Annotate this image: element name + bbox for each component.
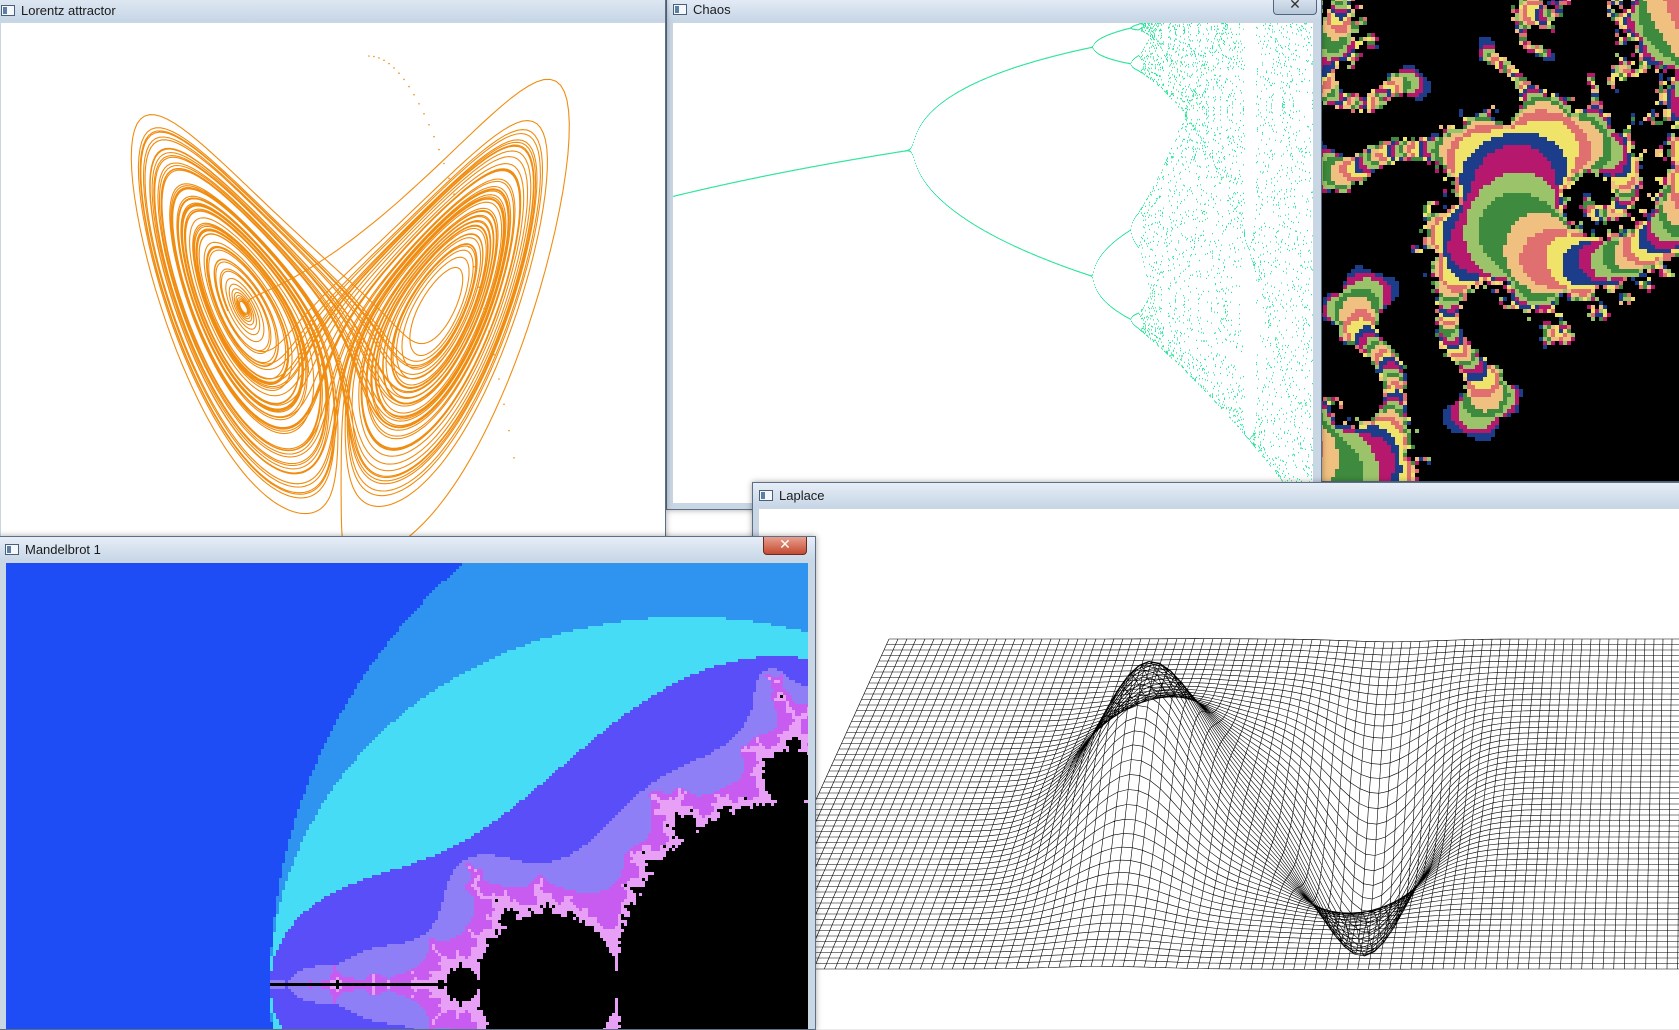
mandelbrot-window[interactable]: Mandelbrot 1 ✕	[0, 536, 816, 1030]
bifurcation-points	[673, 23, 1313, 503]
mandelbrot-title: Mandelbrot 1	[25, 542, 101, 557]
laplace-canvas	[759, 509, 1679, 1029]
mandelbrot-titlebar[interactable]: Mandelbrot 1	[0, 537, 815, 561]
window-app-icon	[5, 544, 19, 555]
surface-wireframe	[759, 639, 1679, 970]
window-app-icon	[673, 4, 687, 15]
lorentz-title: Lorentz attractor	[21, 3, 116, 18]
chaos-canvas	[673, 23, 1313, 503]
lorenz-trajectory	[131, 79, 569, 549]
laplace-window[interactable]: Laplace	[752, 482, 1679, 1027]
mandelbrot-canvas	[6, 563, 808, 1029]
lorentz-titlebar[interactable]: Lorentz attractor	[0, 0, 665, 21]
laplace-surface-mesh	[759, 509, 1679, 1029]
chaos-window[interactable]: Chaos ✕	[666, 0, 1322, 510]
fractal-canvas	[1319, 0, 1679, 481]
laplace-title: Laplace	[779, 488, 825, 503]
fractal-image	[1319, 0, 1679, 481]
lorentz-canvas	[1, 23, 665, 549]
lorentz-attractor-plot	[1, 23, 665, 549]
window-app-icon	[1, 5, 15, 16]
laplace-titlebar[interactable]: Laplace	[753, 483, 1679, 507]
chaos-close-button[interactable]: ✕	[1273, 0, 1317, 15]
bifurcation-diagram	[673, 23, 1313, 503]
fractal-window[interactable]	[1318, 0, 1679, 482]
chaos-title: Chaos	[693, 2, 731, 17]
window-app-icon	[759, 490, 773, 501]
lorentz-window[interactable]: Lorentz attractor	[0, 0, 666, 550]
mandelbrot-close-button[interactable]: ✕	[763, 537, 807, 555]
mandelbrot-set-image	[6, 563, 808, 1029]
chaos-titlebar[interactable]: Chaos	[667, 0, 1321, 21]
